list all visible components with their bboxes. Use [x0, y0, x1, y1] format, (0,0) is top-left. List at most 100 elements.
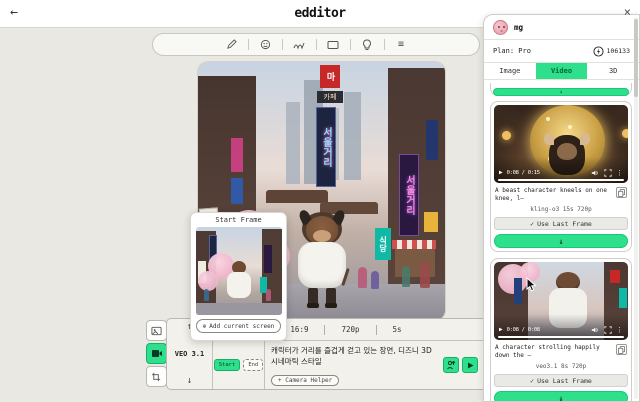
tab-video[interactable]: Video — [535, 63, 588, 79]
fullscreen-icon[interactable] — [603, 168, 612, 177]
use-last-frame-label: Use Last Frame — [537, 376, 592, 385]
thumb-sign — [610, 270, 620, 284]
volume-icon[interactable] — [590, 168, 599, 177]
pedestrian — [420, 262, 430, 288]
frame-toggle: Start End — [213, 341, 265, 389]
kebab-menu-icon[interactable]: ⋮ — [616, 326, 623, 334]
scrollbar-thumb[interactable] — [634, 19, 638, 97]
video-player[interactable]: ▶ 0:08 / 0:08 ⋮ — [494, 262, 628, 341]
idea-icon[interactable] — [361, 38, 374, 51]
mode-rail — [146, 320, 167, 389]
progress-bar[interactable] — [498, 179, 624, 181]
credits-bolt-icon — [592, 45, 604, 57]
kebab-menu-icon[interactable]: ⋮ — [616, 169, 623, 177]
sign-ma: 마 — [320, 65, 340, 88]
thumb-sign — [264, 245, 272, 273]
hanok-roof — [266, 190, 328, 203]
sign-seoul-street-right: 서울거리 — [399, 154, 419, 236]
crop-mode-icon[interactable] — [146, 366, 167, 387]
image-mode-icon[interactable] — [146, 320, 167, 341]
add-current-screen-label: Add current screen — [209, 322, 275, 330]
download-button[interactable]: ↓ — [493, 88, 629, 96]
tab-3d[interactable]: 3D — [587, 63, 639, 79]
previous-card-remnant: ↓ — [490, 83, 632, 96]
avatar[interactable] — [493, 19, 508, 35]
beast-horn — [580, 133, 590, 145]
toolbar-divider — [315, 39, 317, 50]
download-button[interactable]: ↓ — [494, 391, 628, 401]
small-sign — [426, 120, 438, 160]
check-icon: ✓ — [530, 219, 535, 228]
beast-horn — [544, 133, 554, 145]
use-last-frame-button[interactable]: ✓ Use Last Frame — [494, 217, 628, 231]
plan-label: Plan: Pro — [493, 47, 531, 55]
video-list[interactable]: ↓ ▶ 0:08 / 0:15 ⋮ A beast character knee… — [484, 80, 639, 401]
check-icon: ✓ — [530, 376, 535, 385]
thumb-pedestrian — [204, 289, 209, 301]
beast-character — [294, 208, 350, 310]
small-sign — [424, 212, 438, 232]
username: mg — [514, 22, 524, 32]
prompt-caption-row: A beast character kneels on one knee, l— — [494, 187, 628, 203]
generate-button[interactable] — [462, 357, 478, 373]
sticker-icon[interactable] — [259, 38, 272, 51]
market-stall — [392, 240, 436, 249]
video-card: ▶ 0:08 / 0:08 ⋮ A character strolling ha… — [490, 258, 632, 401]
pencil-icon[interactable] — [225, 38, 238, 51]
next-model-icon[interactable]: ↓ — [187, 376, 192, 386]
volume-icon[interactable] — [590, 325, 599, 334]
settings-divider — [324, 324, 326, 335]
sidebar: mg Plan: Pro 106133 Image Video 3D ↓ ▶ 0… — [483, 14, 640, 402]
settings-divider — [375, 324, 377, 335]
thumb-pedestrian — [266, 289, 271, 301]
copy-icon[interactable] — [616, 187, 627, 198]
resolution-value[interactable]: 720p — [341, 325, 359, 334]
play-icon[interactable]: ▶ — [499, 169, 503, 176]
fullscreen-icon[interactable] — [603, 325, 612, 334]
small-sign — [231, 178, 243, 204]
export-character-button[interactable] — [443, 357, 459, 373]
end-frame-button[interactable]: End — [243, 359, 264, 371]
progress-bar[interactable] — [498, 336, 624, 339]
lamp — [622, 129, 628, 138]
thumb-character-body — [227, 272, 251, 298]
time-display: 0:08 / 0:15 — [506, 169, 540, 176]
thumb-blossom — [198, 271, 218, 291]
use-last-frame-button[interactable]: ✓ Use Last Frame — [494, 374, 628, 388]
frame-icon[interactable] — [327, 38, 340, 51]
duration-value[interactable]: 5s — [393, 325, 402, 334]
start-frame-popup: Start Frame ⊕ Add current screen — [190, 212, 287, 341]
credits-count: 106133 — [606, 47, 630, 55]
thumb-blossom — [520, 262, 540, 283]
play-icon[interactable]: ▶ — [499, 326, 503, 333]
video-controls: ▶ 0:08 / 0:08 ⋮ — [494, 325, 628, 334]
video-mode-icon[interactable] — [146, 343, 167, 364]
pedestrian — [371, 271, 379, 289]
video-card: ▶ 0:08 / 0:15 ⋮ A beast character kneels… — [490, 101, 632, 253]
start-frame-button[interactable]: Start — [213, 359, 241, 371]
toolbar-divider — [281, 39, 283, 50]
aspect-ratio-value[interactable]: 16:9 — [290, 325, 308, 334]
toolbar-divider — [349, 39, 351, 50]
thumb-road — [196, 303, 282, 315]
tab-image[interactable]: Image — [484, 63, 536, 79]
media-tabs: Image Video 3D — [484, 63, 639, 80]
video-meta: kling-o3 15s 720p — [530, 206, 592, 214]
prompt-actions — [443, 341, 481, 389]
start-frame-thumbnail[interactable] — [196, 227, 282, 315]
pedestrian — [402, 266, 410, 287]
prompt-input[interactable]: 캐릭터가 거리를 즐겁게 걷고 있는 장면, 디즈니 3D 시네마틱 스타일 — [271, 345, 437, 368]
background-building — [286, 102, 300, 184]
prompt-caption-row: A character strolling happily down the — — [494, 344, 628, 360]
download-button[interactable]: ↓ — [494, 234, 628, 249]
close-icon[interactable]: × — [624, 5, 631, 19]
video-player[interactable]: ▶ 0:08 / 0:15 ⋮ — [494, 105, 628, 183]
motion-icon[interactable] — [293, 38, 306, 51]
camera-helper-button[interactable]: + Camera Helper — [271, 375, 340, 386]
background-building — [344, 92, 361, 180]
sign-cafe: 카페 — [317, 91, 343, 103]
menu-icon[interactable]: ≡ — [395, 38, 408, 51]
add-current-screen-button[interactable]: ⊕ Add current screen — [196, 319, 281, 333]
copy-icon[interactable] — [616, 344, 627, 356]
prompt-area: 캐릭터가 거리를 즐겁게 걷고 있는 장면, 디즈니 3D 시네마틱 스타일 +… — [265, 341, 443, 389]
